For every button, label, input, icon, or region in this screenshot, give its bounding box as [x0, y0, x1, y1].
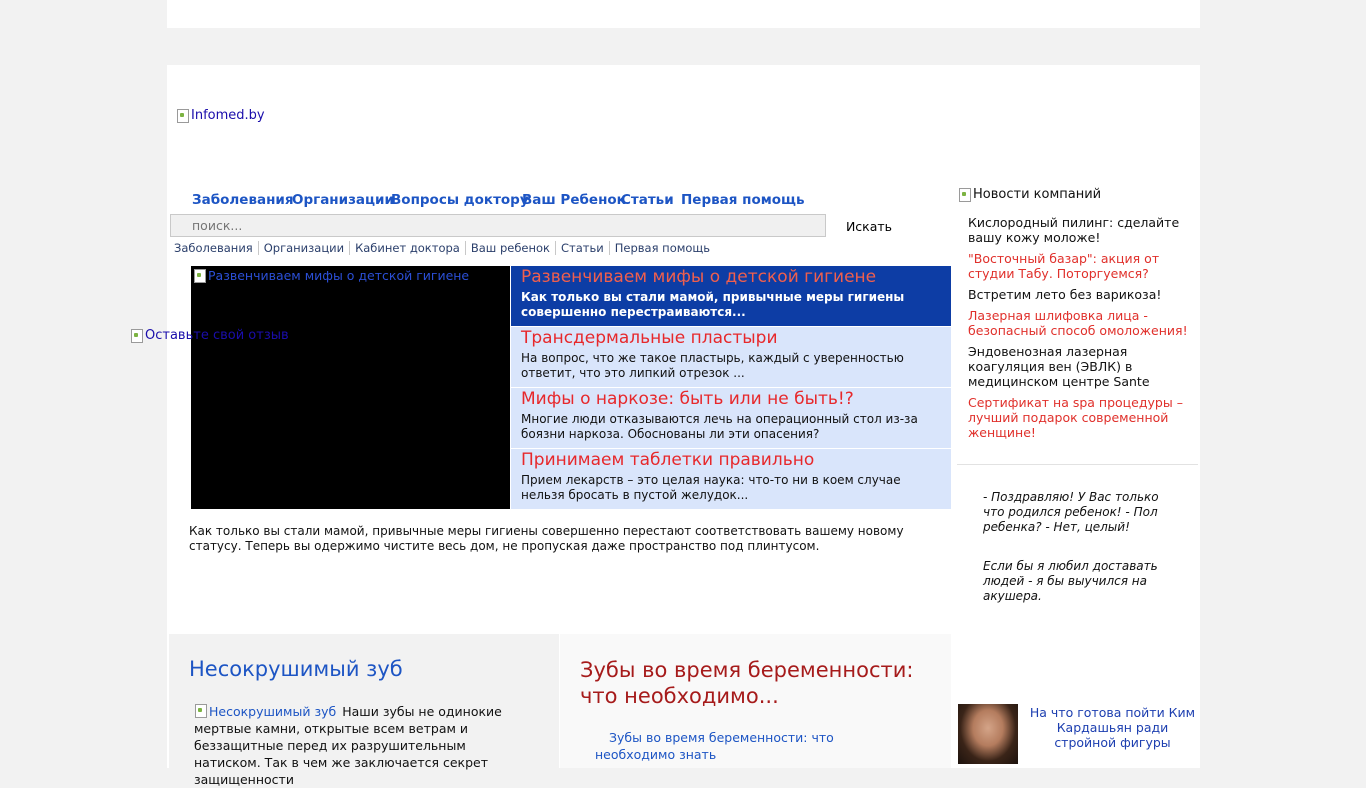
broken-image-icon [595, 729, 609, 742]
slide-tab-4[interactable]: Принимаем таблетки правильно Прием лекар… [511, 449, 951, 509]
slide-desc: На вопрос, что же такое пластырь, каждый… [521, 351, 904, 380]
broken-image-icon [193, 268, 207, 284]
article-image[interactable]: Несокрушимый зуб [194, 703, 336, 720]
slider-lead-text: Как только вы стали мамой, привычные мер… [189, 524, 904, 553]
slide-tab-1[interactable]: Развенчиваем мифы о детской гигиене Как … [511, 266, 951, 326]
subnav-item-first-aid[interactable]: Первая помощь [608, 241, 715, 255]
feedback-button[interactable]: Оставьте свой отзыв [130, 328, 289, 344]
article-image[interactable]: Зубы во время беременности: что необходи… [595, 729, 915, 763]
slide-title: Мифы о наркозе: быть или не быть!? [521, 389, 854, 409]
news-item[interactable]: Сертификат на spa процедуры – лучший под… [968, 395, 1190, 440]
nav-item-your-child[interactable]: Ваш Ребенок [522, 192, 626, 208]
jokes-block: - Поздравляю! У Вас только что родился р… [983, 490, 1183, 628]
search-button[interactable]: Искать [836, 216, 902, 236]
broken-image-icon [958, 187, 972, 203]
company-news-header: Новости компаний [958, 187, 1101, 203]
top-banner-strip [167, 0, 1200, 28]
joke-text: Если бы я любил доставать людей - я бы в… [983, 559, 1158, 603]
nav-item-ask-doctor[interactable]: Вопросы доктору [391, 192, 529, 208]
article-excerpt: Несокрушимый зуб Наши зубы не одинокие ме… [194, 703, 502, 787]
slide-title: Развенчиваем мифы о детской гигиене [521, 267, 877, 287]
subnav-item-your-child[interactable]: Ваш ребенок [464, 241, 555, 255]
slide-desc: Как только вы стали мамой, привычные мер… [521, 290, 905, 319]
article-title[interactable]: Зубы во время беременности: что необходи… [580, 657, 930, 709]
subnav-item-diseases[interactable]: Заболевания [174, 241, 258, 255]
slide-tab-3[interactable]: Мифы о наркозе: быть или не быть!? Многи… [511, 388, 951, 448]
article-title[interactable]: Несокрушимый зуб [189, 657, 403, 681]
slide-title: Принимаем таблетки правильно [521, 450, 815, 470]
broken-image-icon [176, 108, 190, 124]
broken-image-icon [130, 328, 144, 344]
news-item[interactable]: Лазерная шлифовка лица - безопасный спос… [968, 308, 1190, 338]
slide-desc: Многие люди отказываются лечь на операци… [521, 412, 918, 441]
promo-thumbnail[interactable] [958, 704, 1018, 764]
slider-image-area[interactable] [191, 266, 510, 509]
subnav-item-articles[interactable]: Статьи [555, 241, 609, 255]
news-item[interactable]: Кислородный пилинг: сделайте вашу кожу м… [968, 215, 1190, 245]
slide-tab-2[interactable]: Трансдермальные пластыри На вопрос, что … [511, 327, 951, 387]
slide-title: Трансдермальные пластыри [521, 328, 778, 348]
nav-item-organizations[interactable]: Организации [292, 192, 394, 208]
news-item[interactable]: "Восточный базар": акция от студии Табу.… [968, 251, 1190, 281]
broken-image-icon [194, 703, 208, 719]
joke-text: - Поздравляю! У Вас только что родился р… [983, 490, 1159, 534]
sidebar-divider [957, 464, 1198, 465]
nav-item-diseases[interactable]: Заболевания [192, 192, 294, 208]
company-news-list: Кислородный пилинг: сделайте вашу кожу м… [968, 215, 1190, 446]
search-input[interactable] [170, 214, 826, 237]
slide-desc: Прием лекарств – это целая наука: что-то… [521, 473, 901, 502]
promo-link[interactable]: На что готова пойти Ким Кардашьян ради с… [1025, 705, 1200, 750]
subnav-item-organizations[interactable]: Организации [257, 241, 349, 255]
news-item[interactable]: Встретим лето без варикоза! [968, 287, 1190, 302]
site-logo[interactable]: Infomed.by [176, 108, 265, 124]
news-item[interactable]: Эндовенозная лазерная коагуляция вен (ЭВ… [968, 344, 1190, 389]
secondary-nav: Заболевания Организации Кабинет доктора … [174, 241, 715, 255]
nav-item-articles[interactable]: Статьи [621, 192, 674, 208]
subnav-item-doctor-office[interactable]: Кабинет доктора [349, 241, 465, 255]
slider-main-image[interactable]: Развенчиваем мифы о детской гигиене [193, 268, 469, 284]
nav-item-first-aid[interactable]: Первая помощь [681, 192, 805, 208]
